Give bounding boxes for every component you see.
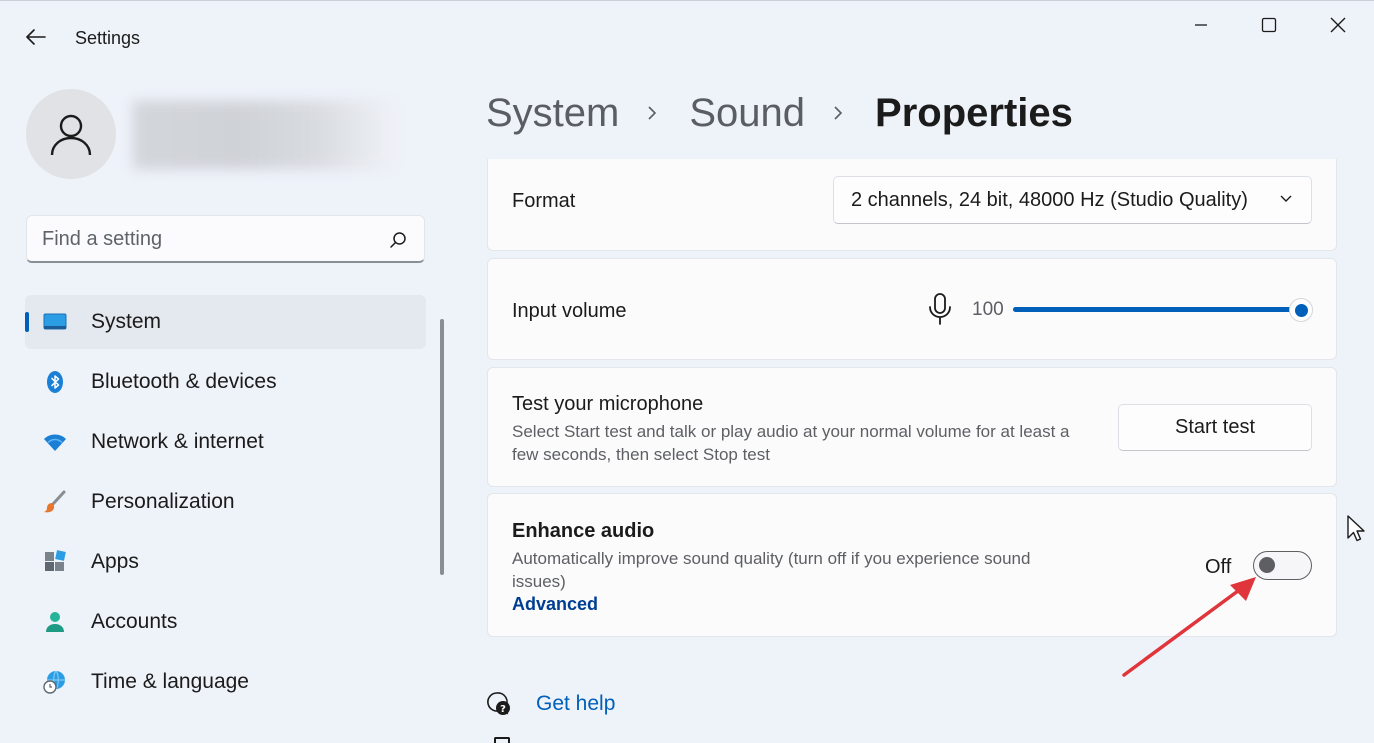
- sidebar-item-label: System: [91, 310, 162, 333]
- toggle-knob: [1259, 557, 1275, 573]
- get-help[interactable]: ? Get help: [486, 687, 615, 721]
- search-icon[interactable]: [388, 230, 408, 250]
- breadcrumb: System Sound Properties: [486, 85, 1073, 141]
- sidebar-item-personalization[interactable]: Personalization: [25, 475, 426, 529]
- test-microphone-title: Test your microphone: [512, 393, 704, 415]
- enhance-audio-title: Enhance audio: [512, 520, 655, 542]
- input-volume-card: Input volume 100: [487, 258, 1337, 360]
- enhance-audio-description: Automatically improve sound quality (tur…: [512, 549, 1031, 591]
- accounts-icon: [46, 612, 64, 632]
- maximize-icon: [1261, 17, 1277, 33]
- sidebar-item-label: Personalization: [91, 490, 235, 513]
- sidebar-item-label: Apps: [91, 550, 139, 573]
- sidebar-item-label: Network & internet: [91, 430, 264, 453]
- search-box[interactable]: [26, 215, 425, 263]
- maximize-button[interactable]: [1246, 9, 1292, 41]
- chevron-right-icon: [647, 103, 661, 123]
- help-chat-icon: ?: [487, 692, 510, 715]
- mouse-cursor-icon: [1347, 515, 1365, 542]
- sidebar-item-label: Accounts: [91, 610, 178, 633]
- sidebar-item-label: Bluetooth & devices: [91, 370, 277, 393]
- format-dropdown[interactable]: 2 channels, 24 bit, 48000 Hz (Studio Qua…: [833, 176, 1312, 224]
- input-volume-label: Input volume: [512, 300, 627, 322]
- page-title: Properties: [875, 90, 1073, 135]
- sidebar-nav: System Bluetooth & devices Network & int…: [25, 295, 426, 715]
- user-name-redacted: [133, 101, 393, 169]
- user-icon: [50, 114, 92, 156]
- system-icon: [43, 313, 67, 330]
- sidebar-item-system[interactable]: System: [25, 295, 426, 349]
- get-help-link[interactable]: Get help: [536, 692, 615, 716]
- test-microphone-description: Select Start test and talk or play audio…: [512, 422, 1070, 464]
- close-button[interactable]: [1315, 9, 1361, 41]
- slider-thumb[interactable]: [1289, 298, 1313, 322]
- avatar[interactable]: [26, 89, 116, 179]
- bluetooth-icon: [47, 371, 63, 393]
- format-label: Format: [512, 190, 576, 212]
- minimize-button[interactable]: [1178, 9, 1224, 41]
- sidebar-item-network[interactable]: Network & internet: [25, 415, 426, 469]
- sidebar-item-bluetooth[interactable]: Bluetooth & devices: [25, 355, 426, 409]
- sidebar-item-label: Time & language: [91, 670, 249, 693]
- slider-fill: [1013, 307, 1301, 312]
- test-microphone-card: Test your microphone Select Start test a…: [487, 367, 1337, 487]
- breadcrumb-system[interactable]: System: [486, 91, 619, 136]
- back-button[interactable]: [20, 23, 52, 51]
- format-dropdown-value: 2 channels, 24 bit, 48000 Hz (Studio Qua…: [851, 189, 1248, 211]
- enhance-audio-toggle-state: Off: [1205, 556, 1232, 578]
- globe-clock-icon: [43, 670, 65, 694]
- wifi-icon: [44, 434, 66, 451]
- svg-text:?: ?: [500, 704, 506, 715]
- input-volume-slider[interactable]: [1013, 298, 1313, 322]
- minimize-icon: [1195, 24, 1207, 26]
- sidebar-item-apps[interactable]: Apps: [25, 535, 426, 589]
- search-input[interactable]: [42, 226, 372, 252]
- settings-window: Settings System Bluetooth & devices Netw…: [0, 0, 1374, 743]
- microphone-icon[interactable]: [928, 293, 952, 325]
- chevron-right-icon: [833, 103, 847, 123]
- enhance-audio-toggle[interactable]: [1253, 551, 1312, 580]
- sidebar-item-time-language[interactable]: Time & language: [25, 655, 426, 709]
- brush-icon: [44, 490, 66, 513]
- sidebar-item-accounts[interactable]: Accounts: [25, 595, 426, 649]
- back-arrow-icon: [26, 29, 46, 45]
- apps-icon: [45, 550, 66, 571]
- close-icon: [1330, 17, 1346, 33]
- start-test-button[interactable]: Start test: [1118, 404, 1312, 451]
- feedback-icon: [494, 737, 510, 743]
- breadcrumb-sound[interactable]: Sound: [689, 91, 805, 136]
- format-card: Format 2 channels, 24 bit, 48000 Hz (Stu…: [487, 159, 1337, 251]
- chevron-down-icon: [1280, 195, 1292, 202]
- enhance-audio-card: Enhance audio Automatically improve soun…: [487, 493, 1337, 637]
- advanced-link[interactable]: Advanced: [512, 594, 598, 615]
- app-title: Settings: [75, 28, 141, 48]
- sidebar-scrollbar[interactable]: [440, 319, 444, 575]
- input-volume-value: 100: [972, 299, 1004, 320]
- title-bar: Settings: [0, 1, 1374, 73]
